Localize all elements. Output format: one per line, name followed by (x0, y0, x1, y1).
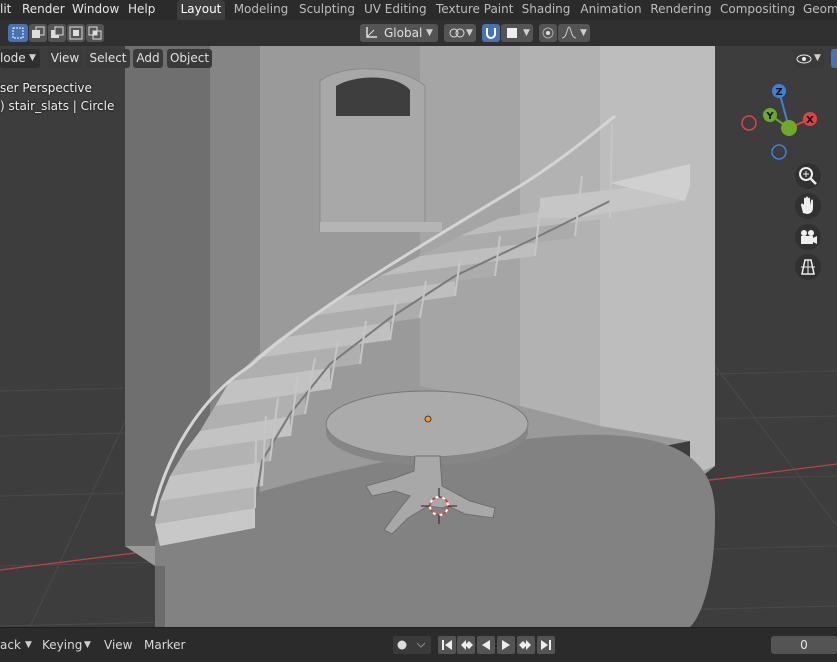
play-icon[interactable] (497, 636, 515, 654)
playback-dropdown[interactable]: ack ▼ (0, 637, 36, 654)
select-new-icon[interactable] (8, 24, 28, 42)
tab-uv-editing[interactable]: UV Editing (364, 0, 427, 20)
play-reverse-icon[interactable] (477, 636, 495, 654)
tab-rendering[interactable]: Rendering (650, 0, 712, 20)
prev-keyframe-icon[interactable] (457, 636, 475, 654)
chevron-down-icon: ▼ (25, 640, 32, 650)
select-extend-icon[interactable] (29, 24, 47, 42)
pivot-icon (449, 28, 465, 38)
tab-texture-paint[interactable]: Texture Paint (436, 0, 513, 20)
select-intersect-icon[interactable] (86, 24, 104, 42)
menu-select[interactable]: Select (86, 49, 130, 68)
proportional-edit-icon[interactable] (539, 24, 557, 42)
timeline-header: ack ▼ Keying ▼ View Marker 0 (0, 627, 837, 662)
visibility-dropdown[interactable]: ▼ (794, 49, 824, 68)
pivot-point-dropdown[interactable]: ▼ (444, 24, 476, 42)
tab-modeling[interactable]: Modeling (232, 0, 290, 20)
tab-animation[interactable]: Animation (580, 0, 642, 20)
transform-orientation-dropdown[interactable]: Global ▼ (360, 24, 438, 42)
keying-dropdown[interactable]: Keying ▼ (42, 637, 94, 654)
tab-sculpting[interactable]: Sculpting (298, 0, 356, 20)
jump-start-icon[interactable] (438, 636, 456, 654)
chevron-down-icon: ▼ (426, 28, 433, 38)
keying-label: Keying (42, 638, 83, 652)
playback-label: ack (0, 638, 21, 652)
navigation-gizmo[interactable]: Z X Y (738, 78, 828, 168)
view-perspective-label: ser Perspective (0, 81, 92, 95)
menu-view[interactable]: View (48, 49, 82, 68)
mode-label: lode (0, 51, 26, 65)
menu-help[interactable]: Help (128, 0, 155, 20)
snap-increment-icon (507, 28, 517, 38)
chevron-down-icon: ▼ (466, 28, 473, 38)
menu-object[interactable]: Object (167, 49, 212, 68)
gizmo-z-label: Z (775, 87, 782, 98)
jump-end-icon[interactable] (537, 636, 555, 654)
overlay-toggle-button[interactable] (831, 49, 837, 68)
menu-window[interactable]: Window (72, 0, 119, 20)
falloff-curve-icon (561, 26, 577, 39)
top-menu-bar: lit Render Window Help Layout Modeling S… (0, 0, 837, 20)
current-frame-field[interactable]: 0 (771, 636, 837, 654)
menu-render[interactable]: Render (22, 0, 65, 20)
tab-geometry[interactable]: Geom (803, 0, 837, 20)
menu-marker[interactable]: Marker (144, 637, 185, 654)
gizmo-y-label: Y (765, 111, 774, 122)
camera-icon[interactable] (795, 224, 821, 250)
eye-icon (796, 54, 812, 64)
chevron-down-icon: ▼ (84, 640, 91, 650)
zoom-icon[interactable] (795, 163, 821, 189)
select-subtract-icon[interactable] (48, 24, 66, 42)
snap-toggle-icon[interactable] (482, 24, 500, 42)
tab-shading[interactable]: Shading (520, 0, 572, 20)
viewport-scene (0, 46, 837, 627)
pan-hand-icon[interactable] (795, 193, 821, 219)
snap-element-dropdown[interactable]: ▼ (501, 24, 533, 42)
object-origin-icon (424, 415, 432, 423)
falloff-dropdown[interactable]: ▼ (558, 24, 590, 42)
next-keyframe-icon[interactable] (517, 636, 535, 654)
chevron-down-icon: ▼ (523, 28, 530, 38)
3d-viewport[interactable]: lode ▼ View Select Add Object ▼ ser Pers… (0, 46, 837, 627)
menu-add[interactable]: Add (133, 49, 163, 68)
active-object-label: ) stair_slats | Circle (0, 99, 115, 113)
chevron-down-icon: ▼ (29, 53, 36, 63)
orientation-icon (366, 27, 377, 38)
orientation-label: Global (384, 26, 423, 40)
chevron-down-icon: ▼ (580, 28, 587, 38)
menu-edit[interactable]: lit (0, 0, 11, 20)
tab-compositing[interactable]: Compositing (720, 0, 795, 20)
record-button[interactable] (393, 636, 431, 654)
menu-view-timeline[interactable]: View (104, 637, 132, 654)
grid-view-icon[interactable] (795, 254, 821, 280)
tab-layout[interactable]: Layout (177, 0, 225, 20)
mode-dropdown[interactable]: lode ▼ (0, 49, 40, 68)
tool-header: Global ▼ ▼ ▼ ▼ (0, 20, 837, 46)
gizmo-x-label: X (806, 115, 814, 126)
chevron-down-icon: ▼ (814, 53, 821, 63)
select-invert-icon[interactable] (67, 24, 85, 42)
